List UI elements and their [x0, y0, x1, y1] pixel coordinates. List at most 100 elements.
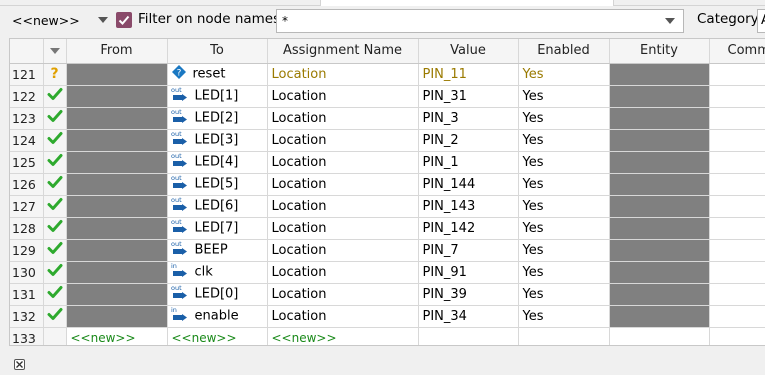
entity-cell[interactable] [609, 283, 710, 306]
new-row[interactable]: 133 <<new>> <<new>> <<new>> [10, 327, 765, 345]
table-row[interactable]: 123 out LED[2] Location PIN_3 Yes [10, 107, 765, 130]
table-row[interactable]: 129 out BEEP Location PIN_7 Yes [10, 239, 765, 262]
table-row[interactable]: 130 in clk Location PIN_91 Yes [10, 261, 765, 284]
to-cell[interactable]: out LED[2] [167, 107, 268, 130]
entity-cell[interactable] [609, 261, 710, 284]
to-cell[interactable]: out LED[4] [167, 151, 268, 174]
comment-cell[interactable] [709, 305, 765, 328]
entity-cell[interactable] [609, 129, 710, 152]
assignment-name-cell[interactable]: Location [267, 63, 419, 86]
value-cell[interactable]: PIN_39 [418, 283, 519, 306]
from-cell[interactable] [66, 107, 168, 130]
comment-cell[interactable] [709, 85, 765, 108]
from-cell[interactable] [66, 85, 168, 108]
entity-cell[interactable] [609, 63, 710, 86]
to-cell[interactable]: in enable [167, 305, 268, 328]
value-cell[interactable]: PIN_34 [418, 305, 519, 328]
entity-cell[interactable] [609, 85, 710, 108]
value-cell[interactable]: PIN_143 [418, 195, 519, 218]
to-cell[interactable]: out LED[5] [167, 173, 268, 196]
comment-cell[interactable] [709, 239, 765, 262]
assignment-name-cell[interactable]: Location [267, 107, 419, 130]
value-cell[interactable]: PIN_1 [418, 151, 519, 174]
comment-cell[interactable] [709, 261, 765, 284]
comment-cell[interactable] [709, 327, 765, 345]
from-cell[interactable] [66, 195, 168, 218]
from-cell[interactable] [66, 283, 168, 306]
category-select[interactable]: A [757, 9, 765, 33]
table-row[interactable]: 131 out LED[0] Location PIN_39 Yes [10, 283, 765, 306]
assignment-name-cell[interactable]: Location [267, 85, 419, 108]
comment-cell[interactable] [709, 107, 765, 130]
value-cell[interactable]: PIN_91 [418, 261, 519, 284]
value-cell[interactable]: PIN_142 [418, 217, 519, 240]
sort-arrow-icon[interactable] [49, 48, 60, 55]
enabled-cell[interactable]: Yes [518, 173, 610, 196]
entity-cell[interactable] [609, 107, 710, 130]
comment-cell[interactable] [709, 63, 765, 86]
entity-cell[interactable] [609, 305, 710, 328]
table-row[interactable]: 128 out LED[7] Location PIN_142 Yes [10, 217, 765, 240]
to-cell[interactable]: out LED[3] [167, 129, 268, 152]
enabled-cell[interactable]: Yes [518, 151, 610, 174]
comment-cell[interactable] [709, 217, 765, 240]
assignment-name-cell[interactable]: Location [267, 195, 419, 218]
from-cell[interactable] [66, 239, 168, 262]
entity-cell[interactable] [609, 195, 710, 218]
from-cell[interactable] [66, 63, 168, 86]
assignment-name-cell[interactable]: Location [267, 283, 419, 306]
assignment-name-cell[interactable]: Location [267, 261, 419, 284]
header-enabled[interactable]: Enabled [518, 39, 610, 64]
value-cell[interactable]: PIN_31 [418, 85, 519, 108]
table-row[interactable]: 132 in enable Location PIN_34 Yes [10, 305, 765, 328]
entity-cell[interactable] [609, 173, 710, 196]
to-cell[interactable]: out LED[1] [167, 85, 268, 108]
assignment-name-cell[interactable]: Location [267, 217, 419, 240]
header-comment[interactable]: Comm [709, 39, 765, 64]
enabled-cell[interactable]: Yes [518, 261, 610, 284]
comment-cell[interactable] [709, 129, 765, 152]
value-cell[interactable]: PIN_3 [418, 107, 519, 130]
filter-checkbox[interactable] [116, 12, 132, 28]
header-to[interactable]: To [167, 39, 268, 64]
header-entity[interactable]: Entity [609, 39, 710, 64]
value-cell[interactable] [418, 327, 519, 345]
assignment-name-cell[interactable]: Location [267, 239, 419, 262]
header-value[interactable]: Value [418, 39, 519, 64]
enabled-cell[interactable]: Yes [518, 283, 610, 306]
value-cell[interactable]: PIN_2 [418, 129, 519, 152]
entity-cell[interactable] [609, 151, 710, 174]
chevron-down-icon[interactable] [665, 18, 675, 24]
to-cell[interactable]: out BEEP [167, 239, 268, 262]
table-row[interactable]: 125 out LED[4] Location PIN_1 Yes [10, 151, 765, 174]
enabled-cell[interactable]: Yes [518, 85, 610, 108]
enabled-cell[interactable]: Yes [518, 305, 610, 328]
to-cell[interactable]: ? reset [167, 63, 268, 86]
to-cell[interactable]: out LED[7] [167, 217, 268, 240]
new-assignment-combo[interactable]: <<new>> [12, 10, 108, 30]
entity-cell[interactable] [609, 327, 710, 345]
entity-cell[interactable] [609, 217, 710, 240]
value-cell[interactable]: PIN_7 [418, 239, 519, 262]
chevron-down-icon[interactable] [97, 17, 108, 23]
table-row[interactable]: 121?? reset Location PIN_11 Yes [10, 63, 765, 86]
to-cell[interactable]: in clk [167, 261, 268, 284]
comment-cell[interactable] [709, 173, 765, 196]
new-to-cell[interactable]: <<new>> [167, 327, 268, 345]
table-row[interactable]: 127 out LED[6] Location PIN_143 Yes [10, 195, 765, 218]
enabled-cell[interactable] [518, 327, 610, 345]
header-from[interactable]: From [66, 39, 168, 64]
table-row[interactable]: 124 out LED[3] Location PIN_2 Yes [10, 129, 765, 152]
header-assignment-name[interactable]: Assignment Name [267, 39, 419, 64]
assignment-name-cell[interactable]: Location [267, 173, 419, 196]
enabled-cell[interactable]: Yes [518, 217, 610, 240]
comment-cell[interactable] [709, 195, 765, 218]
header-status[interactable] [43, 39, 67, 64]
value-cell[interactable]: PIN_144 [418, 173, 519, 196]
from-cell[interactable] [66, 173, 168, 196]
new-assignment-cell[interactable]: <<new>> [267, 327, 419, 345]
from-cell[interactable] [66, 305, 168, 328]
filter-input[interactable]: * [276, 9, 684, 33]
comment-cell[interactable] [709, 283, 765, 306]
entity-cell[interactable] [609, 239, 710, 262]
